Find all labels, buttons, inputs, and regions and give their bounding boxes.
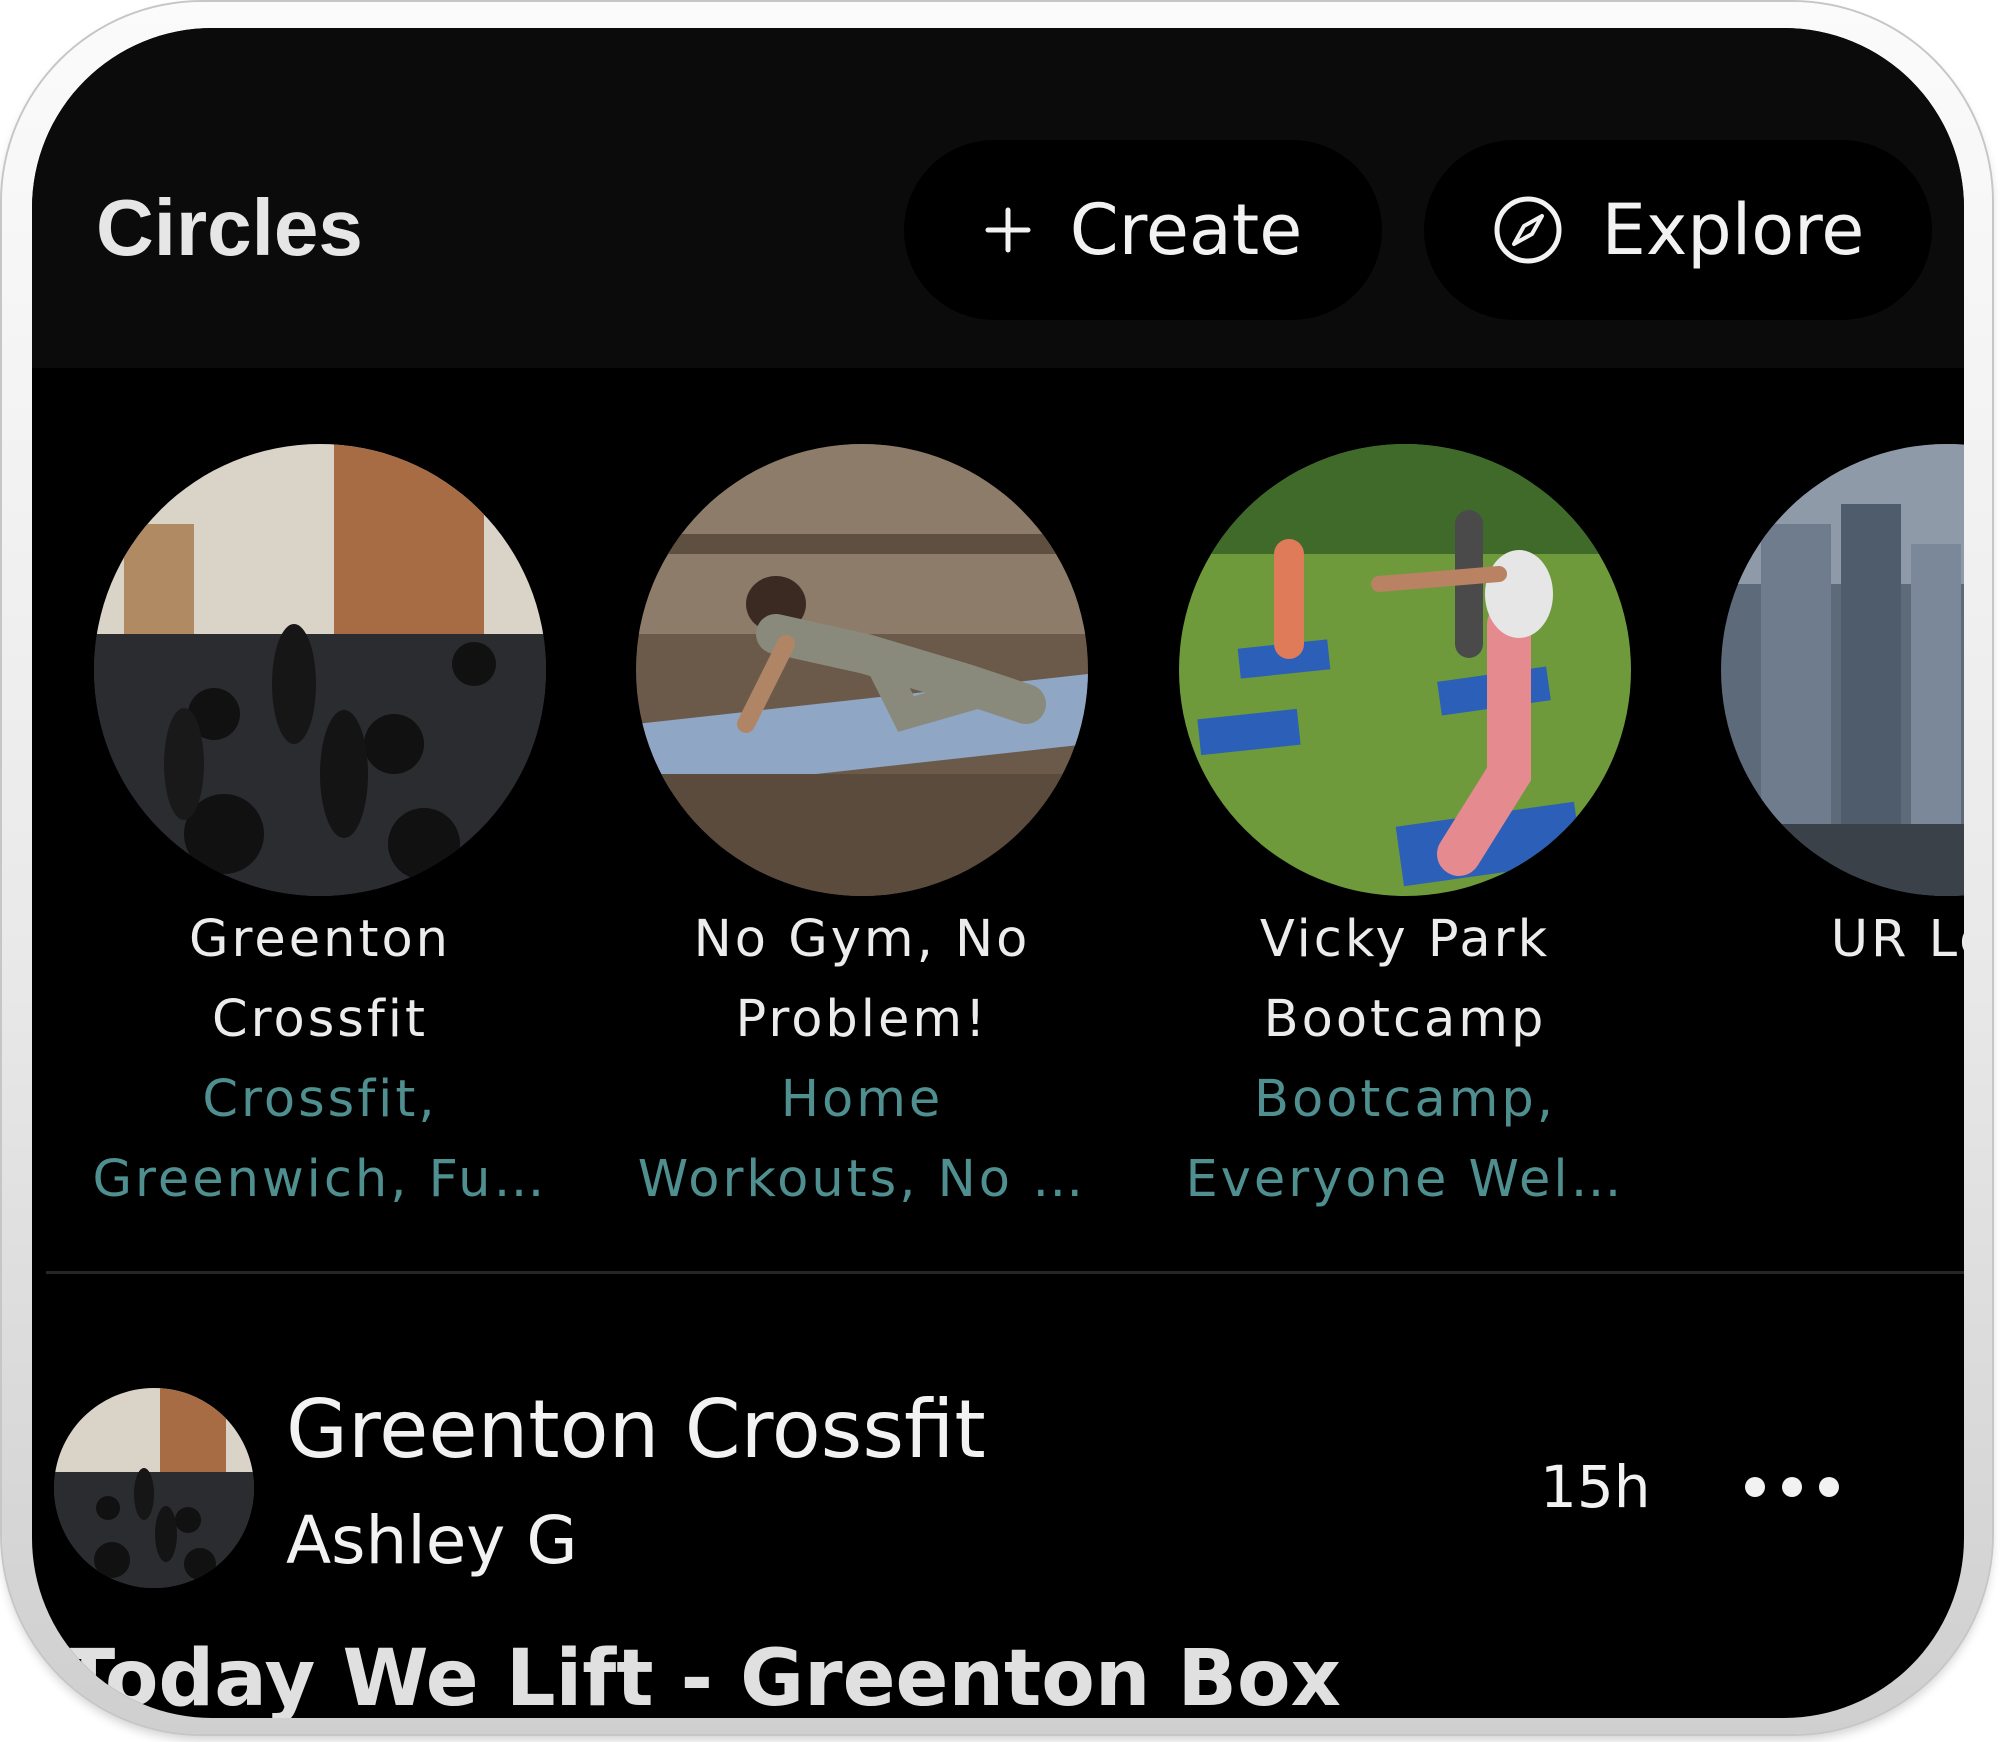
page-title: Circles bbox=[96, 183, 363, 272]
section-divider bbox=[46, 1271, 1964, 1274]
post-title[interactable]: Today We Lift - Greenton Box bbox=[62, 1640, 1341, 1718]
device-frame: Circles Create Explore Greenton Crossfit… bbox=[2, 2, 1992, 1734]
circle-name: UR Lege bbox=[1830, 910, 1964, 969]
circle-image-home-workout bbox=[636, 444, 1088, 896]
circle-card[interactable]: Vicky Park Bootcamp Bootcamp, Everyone W… bbox=[1135, 444, 1675, 1220]
circles-carousel[interactable]: Greenton Crossfit Crossfit, Greenwich, F… bbox=[32, 368, 1964, 1298]
explore-button-label: Explore bbox=[1601, 189, 1865, 271]
circle-card[interactable]: No Gym, No Problem! Home Workouts, No … bbox=[592, 444, 1132, 1220]
circle-card[interactable]: UR Lege bbox=[1677, 444, 1964, 980]
more-horizontal-icon[interactable] bbox=[1742, 1474, 1842, 1500]
app-screen: Circles Create Explore Greenton Crossfit… bbox=[32, 28, 1964, 1718]
circle-tags: Crossfit, Greenwich, Fu… bbox=[92, 1070, 548, 1209]
circle-tags: Bootcamp, Everyone Wel… bbox=[1185, 1070, 1625, 1209]
create-button[interactable]: Create bbox=[904, 140, 1382, 320]
circle-image-bootcamp bbox=[1179, 444, 1631, 896]
circle-tags: Home Workouts, No … bbox=[637, 1070, 1087, 1209]
post-author[interactable]: Ashley G bbox=[286, 1508, 578, 1574]
post-timestamp: 15h bbox=[1540, 1453, 1651, 1521]
explore-button[interactable]: Explore bbox=[1424, 140, 1932, 320]
post-circle-avatar[interactable] bbox=[54, 1388, 254, 1588]
circle-name: No Gym, No Problem! bbox=[693, 910, 1031, 1049]
post-circle-name[interactable]: Greenton Crossfit bbox=[286, 1390, 986, 1470]
top-bar: Circles Create Explore bbox=[32, 28, 1964, 368]
create-button-label: Create bbox=[1069, 189, 1303, 271]
circle-image-crossfit bbox=[94, 444, 546, 896]
circle-name: Vicky Park Bootcamp bbox=[1259, 910, 1551, 1049]
circle-name: Greenton Crossfit bbox=[189, 910, 451, 1049]
circle-card[interactable]: Greenton Crossfit Crossfit, Greenwich, F… bbox=[50, 444, 590, 1220]
plus-icon bbox=[984, 206, 1032, 254]
circle-image-city bbox=[1721, 444, 1964, 896]
compass-icon bbox=[1492, 194, 1564, 266]
